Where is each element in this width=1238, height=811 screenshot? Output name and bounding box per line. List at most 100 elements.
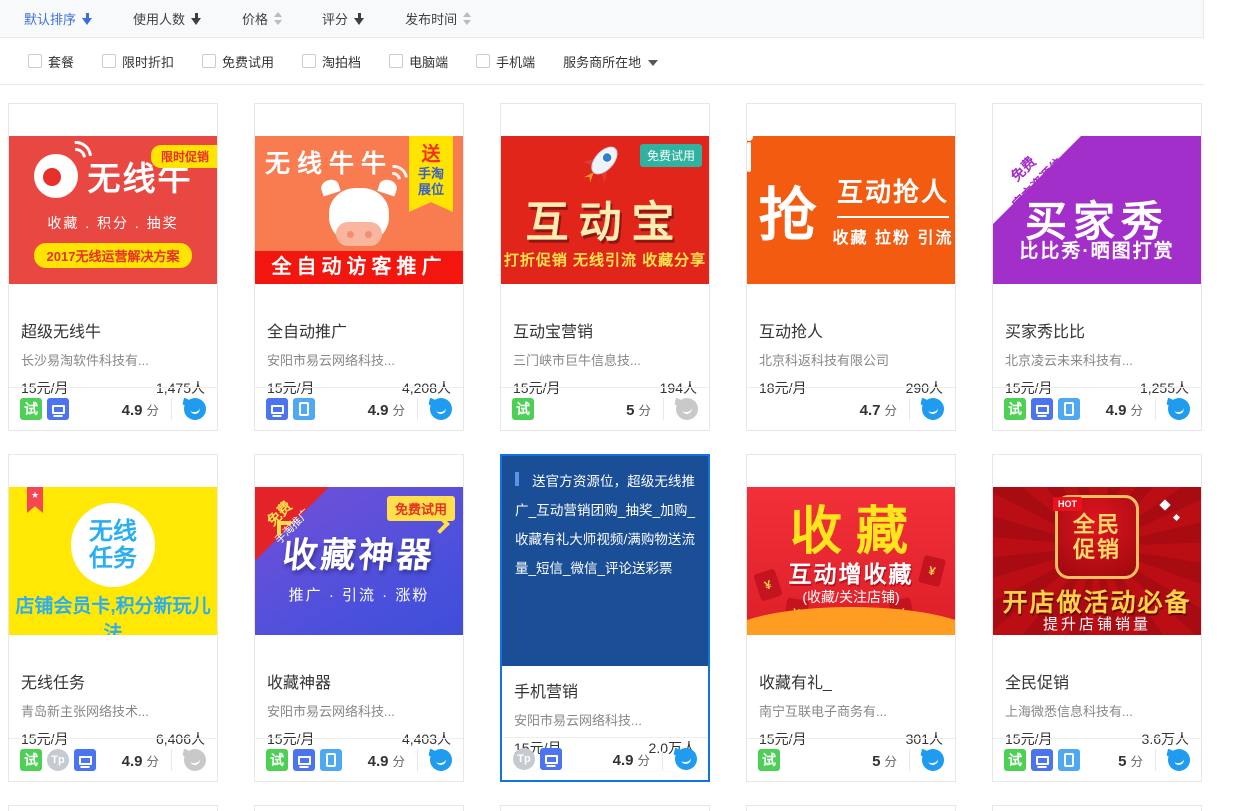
arrow-down-icon: [354, 12, 365, 26]
product-company[interactable]: 安阳市易云网络科技...: [267, 350, 451, 369]
filter-limited-discount[interactable]: 限时折扣: [102, 52, 174, 71]
product-title[interactable]: 手机营销: [514, 678, 696, 702]
wangwang-chat-icon[interactable]: [675, 748, 697, 770]
product-card-partial[interactable]: [500, 805, 710, 811]
mobile-icon: [1058, 398, 1080, 420]
banner-circle: 无线 任务: [71, 503, 155, 587]
divider: [909, 398, 910, 420]
checkbox[interactable]: [28, 54, 42, 68]
product-card[interactable]: 抢 互动抢人 收藏 拉粉 引流 互动抢人 北京科返科技有限公司 18元/月 29…: [746, 103, 956, 431]
product-card[interactable]: ★ 无线 任务 店铺会员卡,积分新玩儿法 无线任务 青岛新主张网络技术... 1…: [8, 454, 218, 782]
checkbox[interactable]: [476, 54, 490, 68]
product-title[interactable]: 互动抢人: [759, 318, 943, 342]
sort-users[interactable]: 使用人数: [133, 9, 202, 28]
filter-mobile[interactable]: 手机端: [476, 52, 535, 71]
product-card-partial[interactable]: [8, 805, 218, 811]
sort-rating[interactable]: 评分: [322, 9, 365, 28]
product-card[interactable]: HOT 全民 促销 开店做活动必备 提升店铺销量 全民促销 上海微悉信息科技有.…: [992, 454, 1202, 782]
wangwang-chat-icon[interactable]: [1168, 398, 1190, 420]
product-card[interactable]: 免费 官方资源位 买家秀 比比秀·晒图打赏 买家秀比比 北京凌云未来科技有...…: [992, 103, 1202, 431]
product-card-selected[interactable]: 送官方资源位，超级无线推广_互动营销团购_抽奖_加购_收藏有礼大师视频/满购物送…: [500, 454, 710, 782]
product-card[interactable]: 免费试用 互动宝 打折促销 无线引流 收藏分享 互动宝营销 三门峡市巨牛信息技.…: [500, 103, 710, 431]
banner-subtitle: 店铺会员卡,积分新玩儿法: [9, 591, 217, 635]
sort-default[interactable]: 默认排序: [24, 9, 93, 28]
product-title[interactable]: 互动宝营销: [513, 318, 697, 342]
product-company[interactable]: 青岛新主张网络技术...: [21, 701, 205, 720]
rating: 4.9分: [613, 750, 650, 769]
wangwang-chat-icon[interactable]: [430, 398, 452, 420]
filter-package[interactable]: 套餐: [28, 52, 74, 71]
product-title[interactable]: 全自动推广: [267, 318, 451, 342]
wangwang-chat-icon[interactable]: [184, 749, 206, 771]
product-title[interactable]: 超级无线牛: [21, 318, 205, 342]
rating: 4.9分: [368, 751, 405, 770]
mobile-icon: [1058, 749, 1080, 771]
provider-location-dropdown[interactable]: 服务商所在地: [563, 52, 658, 71]
bookmark-icon: ★: [27, 487, 43, 513]
wangwang-chat-icon[interactable]: [184, 398, 206, 420]
product-card-partial[interactable]: [746, 805, 956, 811]
wangwang-chat-icon[interactable]: [1168, 749, 1190, 771]
product-card[interactable]: 无线牛牛 送 手淘 展位 全自动访客推广 全自动推广 安阳市易云网络科技... …: [254, 103, 464, 431]
card-footer: 试 5分: [501, 387, 709, 430]
product-title[interactable]: 无线任务: [21, 669, 205, 693]
checkbox[interactable]: [202, 54, 216, 68]
sparkle-icon: [1173, 514, 1180, 521]
filter-taopaidang[interactable]: 淘拍档: [302, 52, 361, 71]
wangwang-chat-icon[interactable]: [922, 749, 944, 771]
trial-badge: 试: [512, 398, 534, 420]
product-company[interactable]: 北京凌云未来科技有...: [1005, 350, 1189, 369]
rating: 4.7分: [860, 400, 897, 419]
banner-features: 收藏 拉粉 引流: [833, 224, 954, 248]
sort-price[interactable]: 价格: [242, 9, 282, 28]
trial-badge: 试: [20, 749, 42, 771]
product-banner: 抢 互动抢人 收藏 拉粉 引流: [747, 136, 955, 284]
product-card[interactable]: 限时促销 无线牛 收藏 . 积分 . 抽奖 2017无线运营解决方案 超级无线牛…: [8, 103, 218, 431]
filter-free-trial[interactable]: 免费试用: [202, 52, 274, 71]
product-company[interactable]: 南宁互联电子商务有...: [759, 701, 943, 720]
checkbox[interactable]: [302, 54, 316, 68]
product-description-overlay: 送官方资源位，超级无线推广_互动营销团购_抽奖_加购_收藏有礼大师视频/满购物送…: [502, 456, 708, 666]
rocket-icon: [579, 138, 627, 193]
hot-ribbon: HOT: [1053, 497, 1082, 511]
sort-publish-time[interactable]: 发布时间: [405, 9, 471, 28]
divider: [837, 216, 949, 218]
product-title[interactable]: 买家秀比比: [1005, 318, 1189, 342]
product-company[interactable]: 北京科返科技有限公司: [759, 350, 943, 369]
card-footer: 试 5分: [747, 738, 955, 781]
chevron-down-icon: [648, 60, 658, 66]
checkbox[interactable]: [102, 54, 116, 68]
filter-free-trial-label: 免费试用: [222, 52, 274, 71]
divider: [171, 398, 172, 420]
banner-subtitle: 收藏 . 积分 . 抽奖: [47, 213, 178, 233]
pc-icon: [47, 398, 69, 420]
banner-features: 打折促销 无线引流 收藏分享: [501, 249, 709, 270]
card-footer: 试 4.9分: [9, 387, 217, 430]
filter-pc[interactable]: 电脑端: [389, 52, 448, 71]
card-footer: 试 4.9分: [993, 387, 1201, 430]
sort-rating-label: 评分: [322, 9, 348, 28]
banner-brand: 收藏神器: [255, 527, 463, 578]
product-company[interactable]: 安阳市易云网络科技...: [267, 701, 451, 720]
wangwang-chat-icon[interactable]: [922, 398, 944, 420]
product-company[interactable]: 长沙易淘软件科技有...: [21, 350, 205, 369]
product-title[interactable]: 全民促销: [1005, 669, 1189, 693]
product-company[interactable]: 三门峡市巨牛信息技...: [513, 350, 697, 369]
card-footer: 试 4.9分: [255, 738, 463, 781]
checkbox[interactable]: [389, 54, 403, 68]
banner-brand: 互动宝: [501, 188, 709, 250]
product-card-partial[interactable]: [992, 805, 1202, 811]
sort-bar: 默认排序 使用人数 价格 评分 发布时间: [0, 0, 1204, 38]
divider: [662, 748, 663, 770]
banner-pill: 2017无线运营解决方案: [34, 243, 193, 268]
product-title[interactable]: 收藏有礼_: [759, 669, 943, 693]
product-card-partial[interactable]: [254, 805, 464, 811]
ribbon-icon: 送 手淘 展位: [409, 136, 453, 212]
product-title[interactable]: 收藏神器: [267, 669, 451, 693]
product-card[interactable]: 免费 手淘推广 免费试用 收藏神器 推广 · 引流 · 涨粉 收藏神器 安阳市易…: [254, 454, 464, 782]
product-company[interactable]: 上海微悉信息科技有...: [1005, 701, 1189, 720]
product-card[interactable]: ¥ ¥ ¥ ¥ 收藏 互动增收藏 (收藏/关注店铺) 收藏有礼_ 南宁互联电子商…: [746, 454, 956, 782]
wangwang-chat-icon[interactable]: [430, 749, 452, 771]
wangwang-chat-icon[interactable]: [676, 398, 698, 420]
product-company[interactable]: 安阳市易云网络科技...: [514, 710, 696, 729]
